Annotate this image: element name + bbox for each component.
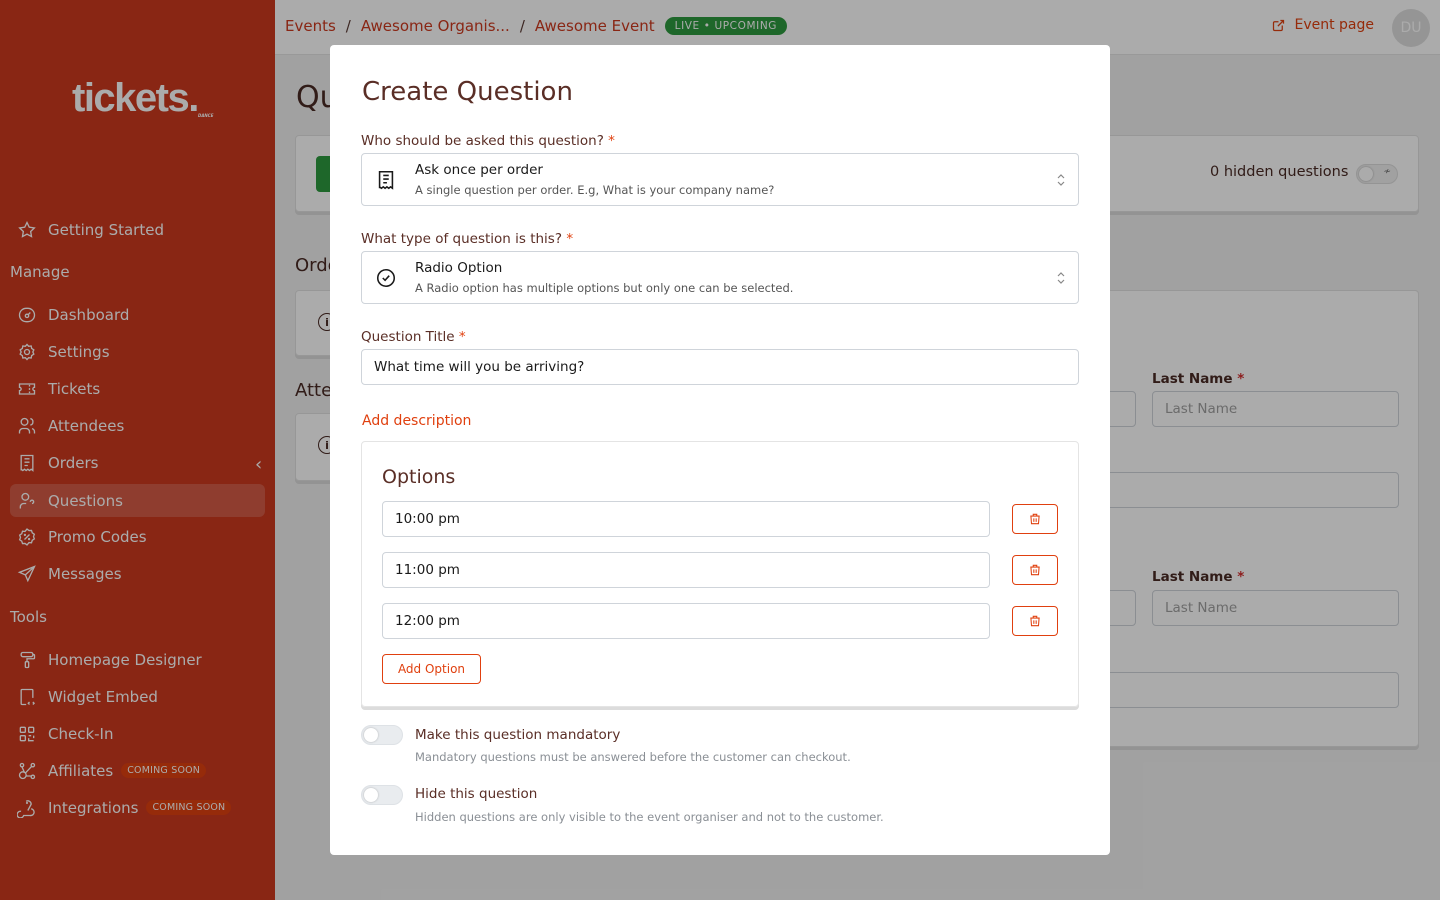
hide-question-description: Hidden questions are only visible to the… [415, 810, 884, 824]
who-select-description: A single question per order. E.g, What i… [415, 183, 775, 197]
trash-icon [1030, 615, 1040, 627]
who-select-title: Ask once per order [415, 162, 543, 178]
circle-check-icon [375, 267, 397, 289]
receipt-icon [375, 169, 397, 191]
trash-icon [1030, 564, 1040, 576]
mandatory-label: Make this question mandatory [415, 727, 621, 743]
delete-option-button[interactable] [1012, 504, 1058, 534]
add-description-link[interactable]: Add description [362, 413, 471, 429]
option-input[interactable]: 10:00 pm [382, 501, 990, 537]
create-question-modal: Create Question Who should be asked this… [330, 45, 1110, 855]
type-label: What type of question is this? * [361, 231, 574, 247]
option-input[interactable]: 12:00 pm [382, 603, 990, 639]
question-title-input[interactable]: What time will you be arriving? [361, 349, 1079, 385]
option-input[interactable]: 11:00 pm [382, 552, 990, 588]
selector-chevron-icon [1057, 174, 1065, 186]
delete-option-button[interactable] [1012, 606, 1058, 636]
hide-question-toggle[interactable] [361, 785, 403, 805]
selector-chevron-icon [1057, 272, 1065, 284]
options-panel: Options 10:00 pm 11:00 pm 12:00 pm Add O… [361, 441, 1079, 707]
mandatory-toggle[interactable] [361, 725, 403, 745]
type-select-title: Radio Option [415, 260, 503, 276]
mandatory-description: Mandatory questions must be answered bef… [415, 750, 851, 764]
question-title-label: Question Title * [361, 329, 466, 345]
hide-question-label: Hide this question [415, 786, 538, 802]
who-label: Who should be asked this question? * [361, 133, 615, 149]
who-select[interactable]: Ask once per order A single question per… [361, 153, 1079, 206]
options-title: Options [382, 466, 456, 488]
add-option-button[interactable]: Add Option [382, 654, 481, 684]
type-select-description: A Radio option has multiple options but … [415, 281, 794, 295]
delete-option-button[interactable] [1012, 555, 1058, 585]
type-select[interactable]: Radio Option A Radio option has multiple… [361, 251, 1079, 304]
modal-title: Create Question [362, 77, 573, 107]
trash-icon [1030, 513, 1040, 525]
